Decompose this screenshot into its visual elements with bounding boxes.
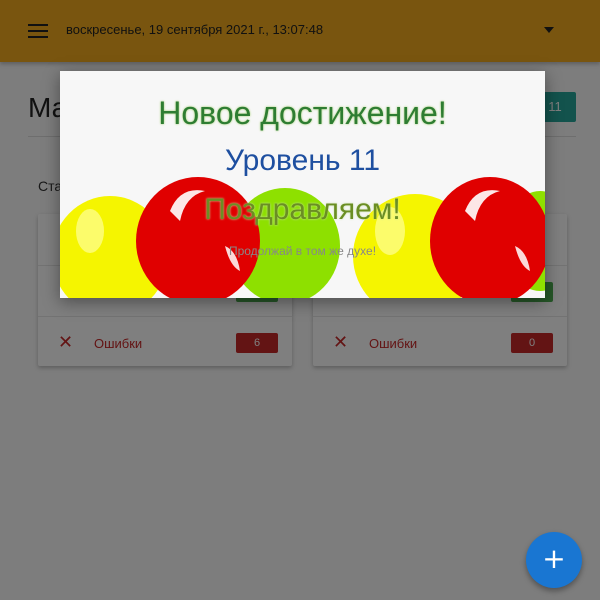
achievement-title: Новое достижение! xyxy=(158,95,447,131)
congrats-text: Поздравляем! xyxy=(204,193,401,226)
encouragement-text: Продолжай в том же духе! xyxy=(228,244,377,258)
achievement-dialog: Новое достижение! Уровень 11 Поздравляем… xyxy=(60,71,545,298)
plus-icon: + xyxy=(542,542,566,575)
achievement-level: Уровень 11 xyxy=(224,144,381,177)
add-button[interactable]: + xyxy=(526,532,582,588)
